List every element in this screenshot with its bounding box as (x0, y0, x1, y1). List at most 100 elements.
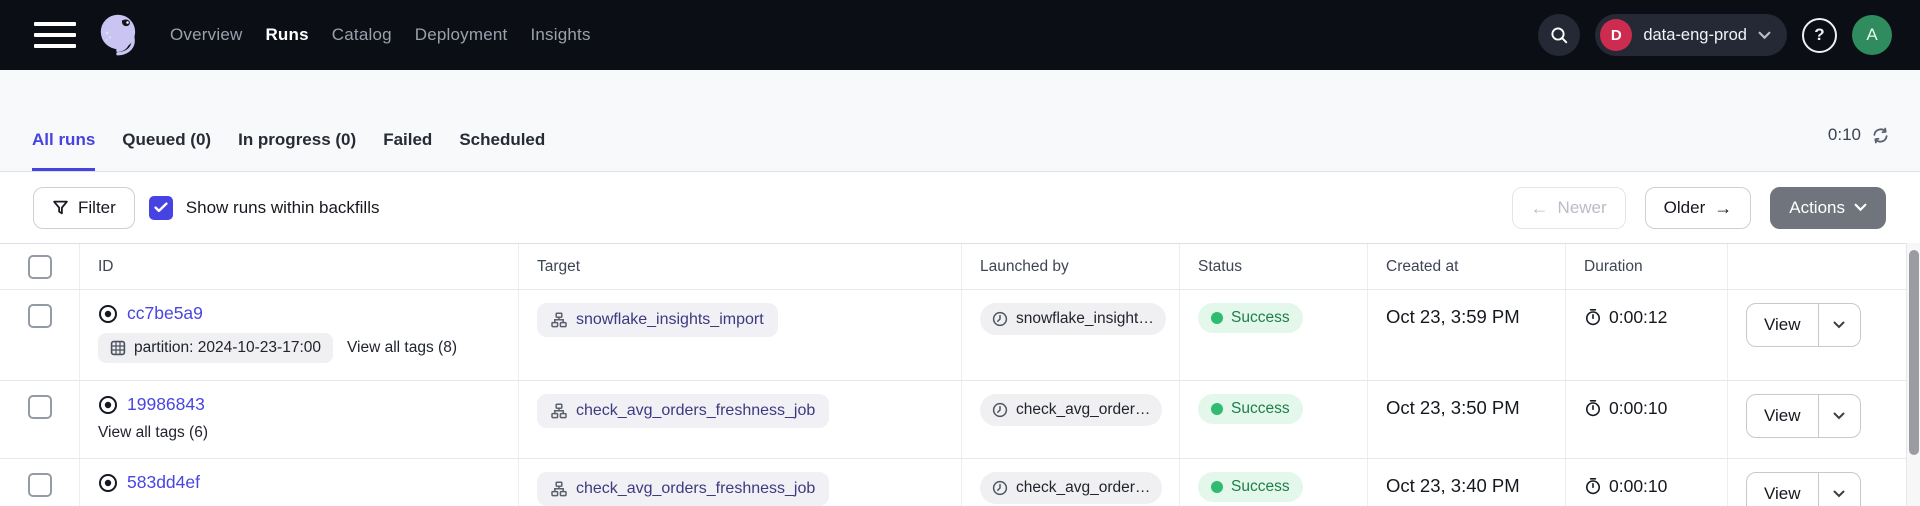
filter-funnel-icon (52, 199, 69, 216)
chevron-down-icon (1833, 490, 1845, 498)
chevron-down-icon (1758, 31, 1771, 40)
table-row: 583dd4ef check_avg_orders_freshness_job … (0, 459, 1906, 506)
nav-item-insights[interactable]: Insights (530, 25, 590, 45)
top-navbar: Overview Runs Catalog Deployment Insight… (0, 0, 1920, 70)
job-target-pill[interactable]: check_avg_orders_freshness_job (537, 394, 829, 428)
status-label: Success (1231, 400, 1290, 418)
nav-item-deployment[interactable]: Deployment (415, 25, 508, 45)
partition-tag[interactable]: partition: 2024-10-23-17:00 (98, 333, 333, 363)
partition-tag-label: partition: 2024-10-23-17:00 (134, 339, 321, 357)
run-id-link[interactable]: 583dd4ef (127, 472, 200, 493)
sitemap-icon (551, 312, 567, 328)
stopwatch-icon (1584, 308, 1602, 326)
backfills-checkbox[interactable] (149, 196, 173, 220)
view-button[interactable]: View (1747, 395, 1818, 437)
view-all-tags-link[interactable]: View all tags (6) (98, 424, 208, 442)
run-id-cell: 583dd4ef (80, 459, 519, 506)
duration-value: 0:00:10 (1609, 476, 1667, 497)
auto-refresh-control: 0:10 (1828, 125, 1890, 145)
view-split-button: View (1746, 394, 1861, 438)
view-dropdown-button[interactable] (1819, 473, 1860, 506)
older-button[interactable]: Older → (1645, 187, 1752, 229)
row-actions-cell: View (1728, 381, 1906, 458)
older-button-label: Older (1664, 198, 1706, 218)
launched-by-pill[interactable]: snowflake_insight… (980, 303, 1166, 335)
view-dropdown-button[interactable] (1819, 395, 1860, 437)
runs-page: Overview Runs Catalog Deployment Insight… (0, 0, 1920, 506)
tab-queued[interactable]: Queued (0) (122, 130, 211, 171)
tab-failed[interactable]: Failed (383, 130, 432, 171)
tab-all-runs[interactable]: All runs (32, 130, 95, 171)
tab-in-progress[interactable]: In progress (0) (238, 130, 356, 171)
user-avatar[interactable]: A (1852, 15, 1892, 55)
target-cell: check_avg_orders_freshness_job (519, 459, 962, 506)
row-checkbox[interactable] (28, 395, 52, 419)
grid-icon (110, 340, 126, 356)
duration-cell: 0:00:10 (1566, 459, 1728, 506)
table-scrollbar[interactable] (1906, 243, 1920, 506)
status-label: Success (1231, 309, 1290, 327)
view-button[interactable]: View (1747, 304, 1818, 346)
header-status: Status (1180, 244, 1368, 289)
header-target: Target (519, 244, 962, 289)
view-all-tags-link[interactable]: View all tags (8) (347, 339, 457, 357)
success-dot-icon (1211, 481, 1223, 493)
arrow-left-icon: ← (1531, 199, 1549, 217)
row-actions-cell: View (1728, 459, 1906, 506)
job-target-label: snowflake_insights_import (576, 311, 764, 329)
run-id-link[interactable]: cc7be5a9 (127, 303, 203, 324)
run-status-target-icon (98, 304, 118, 324)
status-cell: Success (1180, 459, 1368, 506)
row-checkbox[interactable] (28, 473, 52, 497)
chevron-down-icon (1854, 203, 1867, 212)
filter-button-label: Filter (78, 198, 116, 218)
deployment-switcher[interactable]: D data-eng-prod (1595, 14, 1787, 56)
backfills-label[interactable]: Show runs within backfills (186, 198, 380, 218)
search-icon (1549, 25, 1569, 45)
actions-dropdown-button[interactable]: Actions (1770, 187, 1886, 229)
run-id-cell: 19986843 View all tags (6) (80, 381, 519, 458)
table-header-row: ID Target Launched by Status Created at … (0, 244, 1906, 290)
nav-item-runs[interactable]: Runs (265, 25, 308, 45)
deployment-badge: D (1600, 19, 1632, 51)
launched-by-cell: check_avg_order… (962, 459, 1180, 506)
row-checkbox[interactable] (28, 304, 52, 328)
view-button[interactable]: View (1747, 473, 1818, 506)
navbar-right-cluster: D data-eng-prod ? A (1538, 14, 1892, 56)
refresh-icon[interactable] (1871, 126, 1890, 145)
table-row: 19986843 View all tags (6) check_avg_ord… (0, 381, 1906, 459)
row-actions-cell: View (1728, 290, 1906, 380)
nav-item-overview[interactable]: Overview (170, 25, 242, 45)
header-launched-by: Launched by (962, 244, 1180, 289)
search-button[interactable] (1538, 14, 1580, 56)
newer-button[interactable]: ← Newer (1512, 187, 1626, 229)
help-icon[interactable]: ? (1802, 18, 1837, 53)
duration-cell: 0:00:10 (1566, 381, 1728, 458)
runs-table: ID Target Launched by Status Created at … (0, 243, 1920, 506)
job-target-pill[interactable]: snowflake_insights_import (537, 303, 778, 337)
view-dropdown-button[interactable] (1819, 304, 1860, 346)
filter-button[interactable]: Filter (33, 187, 135, 229)
duration-value: 0:00:12 (1609, 307, 1667, 328)
avatar-initial: A (1866, 25, 1877, 45)
refresh-countdown: 0:10 (1828, 125, 1861, 145)
hamburger-menu-icon[interactable] (34, 22, 76, 48)
job-target-label: check_avg_orders_freshness_job (576, 402, 815, 420)
select-all-checkbox[interactable] (28, 255, 52, 279)
tab-scheduled[interactable]: Scheduled (459, 130, 545, 171)
job-target-pill[interactable]: check_avg_orders_freshness_job (537, 472, 829, 506)
runs-tabs-strip: All runs Queued (0) In progress (0) Fail… (0, 70, 1920, 172)
success-dot-icon (1211, 312, 1223, 324)
run-id-link[interactable]: 19986843 (127, 394, 205, 415)
pagination-actions: ← Newer Older → Actions (1512, 187, 1886, 229)
launched-by-pill[interactable]: check_avg_order… (980, 394, 1162, 426)
arrow-right-icon: → (1714, 199, 1732, 217)
view-split-button: View (1746, 303, 1861, 347)
launched-by-label: snowflake_insight… (1016, 310, 1154, 328)
nav-item-catalog[interactable]: Catalog (332, 25, 392, 45)
stopwatch-icon (1584, 399, 1602, 417)
scrollbar-thumb[interactable] (1909, 250, 1919, 455)
launched-by-pill[interactable]: check_avg_order… (980, 472, 1162, 504)
table-row: cc7be5a9 partition: 2024-10-23-17:00 Vie… (0, 290, 1906, 381)
dagster-octopus-logo (94, 9, 144, 61)
